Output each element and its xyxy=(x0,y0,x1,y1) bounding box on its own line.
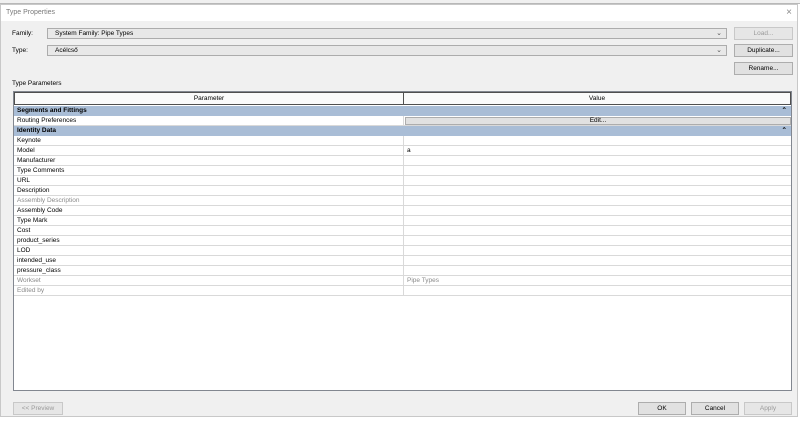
table-row[interactable]: Model a xyxy=(14,146,791,156)
table-row[interactable]: Assembly Description xyxy=(14,196,791,206)
family-label: Family: xyxy=(12,30,33,37)
column-divider xyxy=(403,186,404,196)
value-column-header[interactable]: Value xyxy=(403,92,791,105)
column-divider xyxy=(403,116,404,126)
column-divider xyxy=(403,256,404,266)
preview-button[interactable]: << Preview xyxy=(13,402,63,415)
family-value: System Family: Pipe Types xyxy=(55,30,134,37)
title-bar: Type Properties × xyxy=(1,5,797,21)
table-row[interactable]: Description xyxy=(14,186,791,196)
parameter-name: LOD xyxy=(17,247,31,254)
parameter-value[interactable]: Pipe Types xyxy=(407,276,439,286)
parameters-table: Parameter Value Segments and Fittings ⌃ Ro… xyxy=(13,91,792,391)
type-label: Type: xyxy=(12,47,28,54)
family-dropdown[interactable]: System Family: Pipe Types ⌄ xyxy=(47,28,727,39)
cancel-button[interactable]: Cancel xyxy=(691,402,739,415)
column-divider xyxy=(403,146,404,156)
type-properties-dialog: Type Properties × Family: System Family:… xyxy=(0,4,798,417)
ok-button[interactable]: OK xyxy=(638,402,686,415)
parameter-name: Type Comments xyxy=(17,167,65,174)
window-title: Type Properties xyxy=(6,9,56,16)
table-row[interactable]: Assembly Code xyxy=(14,206,791,216)
column-divider xyxy=(403,176,404,186)
table-header: Parameter Value xyxy=(14,92,791,105)
table-row[interactable]: URL xyxy=(14,176,791,186)
parameter-name: product_series xyxy=(17,237,60,244)
table-row[interactable]: pressure_class xyxy=(14,266,791,276)
group-title: Segments and Fittings xyxy=(17,107,87,114)
edit-routing-preferences-button[interactable]: Edit... xyxy=(405,117,791,125)
column-divider xyxy=(403,136,404,146)
type-value: Acélcső xyxy=(55,47,78,54)
parameter-value[interactable]: a xyxy=(407,146,411,156)
collapse-icon[interactable]: ⌃ xyxy=(782,126,787,136)
column-divider xyxy=(403,266,404,276)
close-icon[interactable]: × xyxy=(786,7,792,18)
chevron-down-icon: ⌄ xyxy=(716,30,722,37)
column-divider xyxy=(403,276,404,286)
table-row[interactable]: intended_use xyxy=(14,256,791,266)
column-divider xyxy=(403,196,404,206)
parameter-name: Workset xyxy=(17,277,41,284)
column-divider xyxy=(403,156,404,166)
parameter-name: Type Mark xyxy=(17,217,48,224)
table-row[interactable]: LOD xyxy=(14,246,791,256)
column-divider xyxy=(403,286,404,296)
group-header[interactable]: Identity Data ⌃ xyxy=(14,126,791,136)
parameter-name: URL xyxy=(17,177,31,184)
duplicate-button[interactable]: Duplicate... xyxy=(734,44,793,57)
column-divider xyxy=(403,166,404,176)
parameter-name: Edited by xyxy=(17,287,45,294)
group-header[interactable]: Segments and Fittings ⌃ xyxy=(14,106,791,116)
collapse-icon[interactable]: ⌃ xyxy=(782,106,787,116)
parameter-name: Assembly Description xyxy=(17,197,80,204)
table-row[interactable]: Routing Preferences Edit... xyxy=(14,116,791,126)
parameter-name: Description xyxy=(17,187,50,194)
type-dropdown[interactable]: Acélcső ⌄ xyxy=(47,45,727,56)
chevron-down-icon: ⌄ xyxy=(716,47,722,54)
type-parameters-heading: Type Parameters xyxy=(12,80,62,87)
parameter-name: Routing Preferences xyxy=(17,117,77,124)
column-divider xyxy=(403,216,404,226)
parameter-name: Assembly Code xyxy=(17,207,63,214)
parameter-name: Keynote xyxy=(17,137,41,144)
column-divider xyxy=(403,246,404,256)
column-divider xyxy=(403,206,404,216)
parameter-name: pressure_class xyxy=(17,267,61,274)
parameter-name: Model xyxy=(17,147,35,154)
load-button[interactable]: Load... xyxy=(734,27,793,40)
column-divider xyxy=(403,236,404,246)
parameter-name: intended_use xyxy=(17,257,57,264)
group-title: Identity Data xyxy=(17,127,57,134)
rename-button[interactable]: Rename... xyxy=(734,62,793,75)
parameter-column-header[interactable]: Parameter xyxy=(14,92,404,105)
table-row[interactable]: Type Comments xyxy=(14,166,791,176)
table-row[interactable]: Edited by xyxy=(14,286,791,296)
table-row[interactable]: Type Mark xyxy=(14,216,791,226)
table-row[interactable]: Keynote xyxy=(14,136,791,146)
table-row[interactable]: Cost xyxy=(14,226,791,236)
table-row[interactable]: product_series xyxy=(14,236,791,246)
parameter-name: Manufacturer xyxy=(17,157,56,164)
column-divider xyxy=(403,226,404,236)
table-row[interactable]: Manufacturer xyxy=(14,156,791,166)
apply-button[interactable]: Apply xyxy=(744,402,792,415)
parameter-name: Cost xyxy=(17,227,31,234)
table-row[interactable]: Workset Pipe Types xyxy=(14,276,791,286)
